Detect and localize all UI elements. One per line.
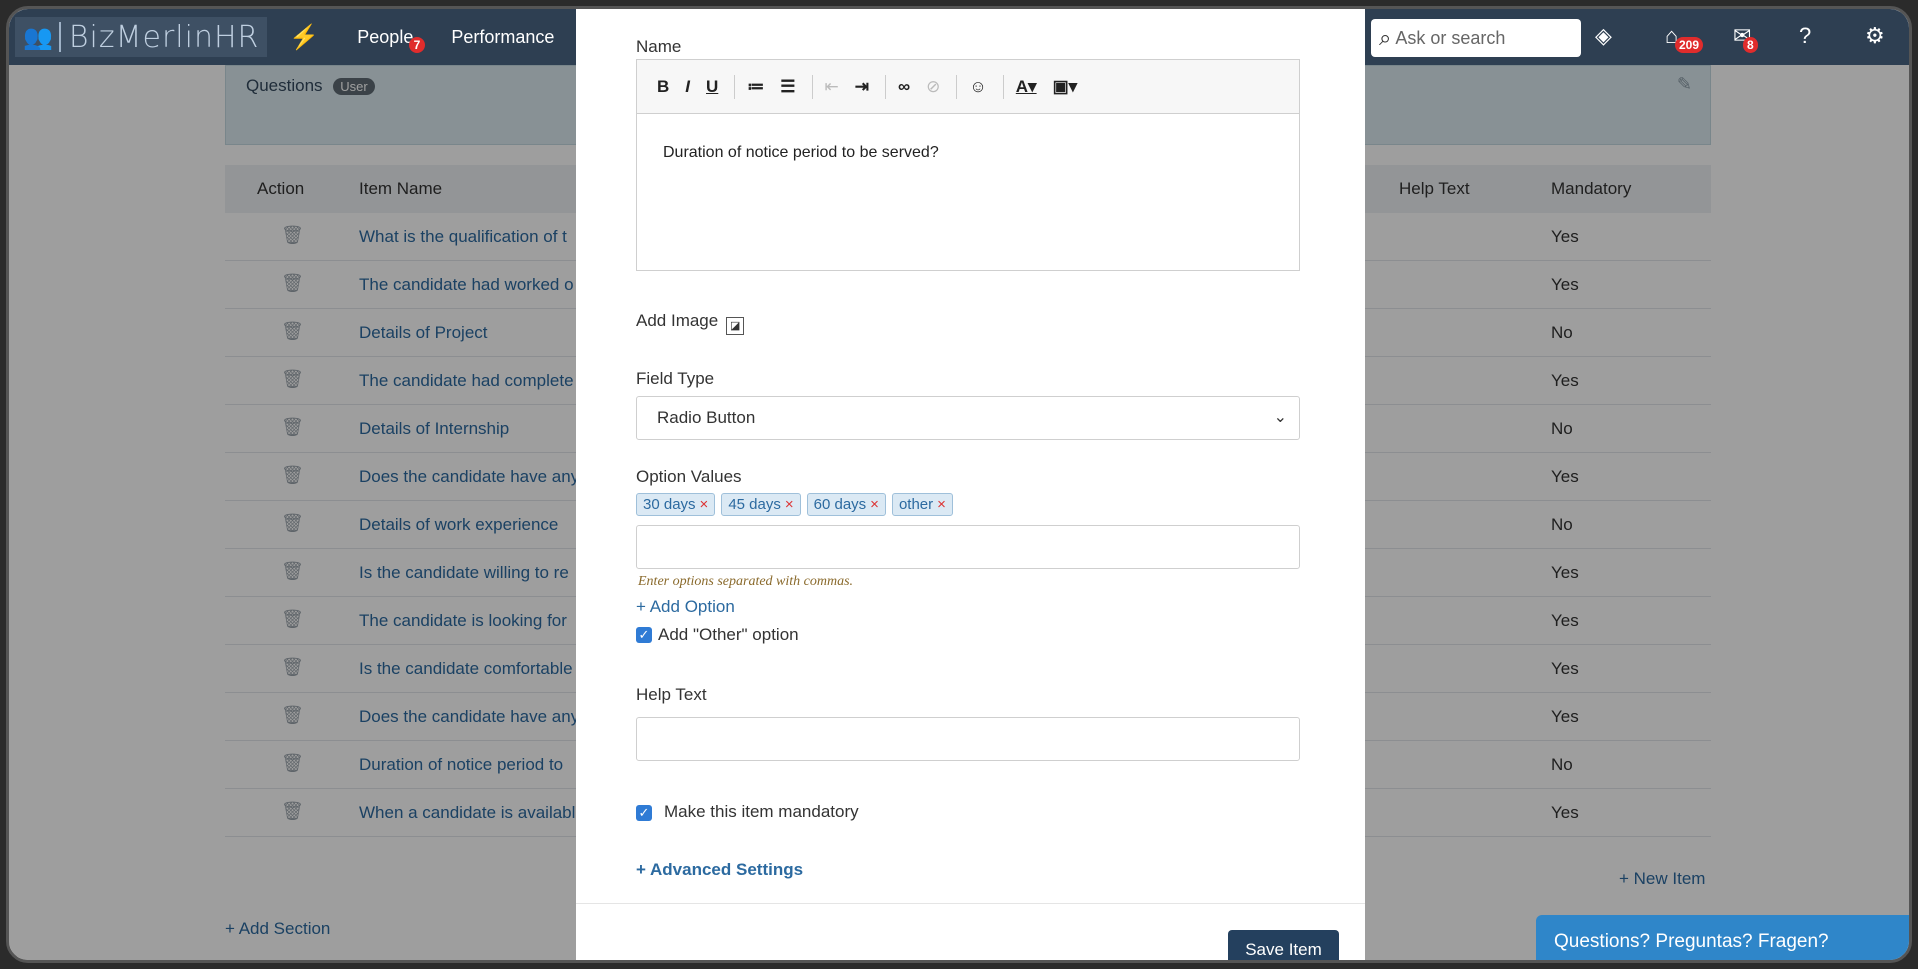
remove-tag-icon[interactable]: × (785, 496, 794, 513)
option-tag[interactable]: 45 days × (721, 493, 801, 516)
add-other-label: Add "Other" option (658, 625, 799, 644)
add-option-text: Add Option (649, 597, 735, 616)
nav-item-label: Performance (451, 26, 555, 47)
indent-icon[interactable]: ⇥ (855, 77, 869, 97)
toolbar-divider (956, 74, 958, 99)
add-other-checkbox[interactable]: ✓ (636, 627, 652, 643)
chevron-down-icon: ⌄ (1273, 409, 1287, 426)
unlink-icon[interactable]: ⊘ (926, 77, 940, 97)
edit-item-modal: Name B I U ≔ ☰ ⇤ ⇥ ∞ ⊘ ☺ A▾ ▣▾ Duration … (576, 9, 1365, 960)
field-type-label: Field Type (636, 369, 715, 388)
field-type-value: Radio Button (657, 408, 756, 427)
help-text-input[interactable] (636, 717, 1300, 761)
gear-icon[interactable]: ⚙ (1865, 23, 1885, 49)
add-image-label[interactable]: Add Image ◪ (636, 311, 745, 335)
mail-count: 8 (1743, 37, 1758, 53)
add-option-link[interactable]: + Add Option (636, 597, 735, 617)
bold-icon[interactable]: B (657, 77, 669, 97)
save-item-button[interactable]: Save Item (1228, 930, 1339, 960)
option-tag[interactable]: other × (891, 493, 953, 516)
app-window: 👥 BizMerlinHR ⚡ People 7 Performance Sk … (6, 6, 1912, 963)
brand-divider (58, 22, 61, 52)
notifications-icon[interactable]: ⌂ 209 (1665, 23, 1704, 53)
underline-icon[interactable]: U (706, 77, 718, 97)
toolbar-divider (811, 74, 813, 99)
search-icon: ⌕ (1379, 25, 1392, 50)
field-type-select[interactable]: Radio Button ⌄ (636, 396, 1300, 440)
option-tag-label: 60 days (813, 496, 867, 513)
image-icon[interactable]: ◪ (726, 317, 745, 335)
help-icon[interactable]: ? (1799, 23, 1811, 49)
outdent-icon[interactable]: ⇤ (825, 77, 839, 97)
option-tag-label: 45 days (728, 496, 781, 513)
modal-footer-divider (576, 903, 1365, 904)
remove-tag-icon[interactable]: × (937, 496, 946, 513)
remove-tag-icon[interactable]: × (700, 496, 709, 513)
text-color-icon[interactable]: A▾ (1016, 77, 1037, 97)
toolbar-divider (885, 74, 887, 99)
advanced-settings-link[interactable]: + Advanced Settings (636, 860, 803, 880)
chat-widget[interactable]: Questions? Preguntas? Fragen? (1536, 915, 1909, 960)
mandatory-checkbox[interactable]: ✓ (636, 805, 652, 821)
save-button[interactable] (329, 961, 469, 963)
rich-text-editor[interactable]: B I U ≔ ☰ ⇤ ⇥ ∞ ⊘ ☺ A▾ ▣▾ Duration of no… (636, 59, 1300, 271)
cancel-button[interactable] (225, 961, 315, 963)
brand-name: BizMerlinHR (68, 19, 260, 55)
search-box[interactable]: ⌕ Ask or search (1371, 19, 1581, 57)
nav-item-people[interactable]: People 7 (357, 26, 426, 53)
option-tag[interactable]: 30 days × (636, 493, 716, 516)
add-image-text: Add Image (636, 311, 719, 330)
search-placeholder: Ask or search (1395, 27, 1506, 48)
option-tag-label: 30 days (643, 496, 696, 513)
name-label: Name (636, 37, 682, 56)
link-icon[interactable]: ∞ (898, 77, 910, 97)
background-color-icon[interactable]: ▣▾ (1053, 77, 1078, 97)
option-tag-label: other (898, 496, 934, 513)
remove-tag-icon[interactable]: × (870, 496, 879, 513)
ordered-list-icon[interactable]: ≔ (747, 77, 764, 97)
mandatory-label: Make this item mandatory (664, 802, 859, 821)
option-tag[interactable]: 60 days × (806, 493, 886, 516)
bolt-icon[interactable]: ⚡ (289, 23, 319, 52)
help-text-label: Help Text (636, 685, 707, 704)
option-tags: 30 days × 45 days × 60 days × other × (636, 493, 959, 516)
editor-toolbar: B I U ≔ ☰ ⇤ ⇥ ∞ ⊘ ☺ A▾ ▣▾ (637, 60, 1299, 114)
option-values-label: Option Values (636, 467, 742, 486)
options-hint: Enter options separated with commas. (638, 574, 854, 589)
editor-content: Duration of notice period to be served? (663, 144, 939, 161)
emoji-icon[interactable]: ☺ (969, 77, 986, 97)
people-badge: 7 (408, 36, 426, 53)
nav-item-label: People (357, 26, 414, 47)
mail-icon[interactable]: ✉ 8 (1733, 23, 1758, 53)
learning-cap-icon[interactable]: ◈ (1595, 23, 1612, 49)
notifications-count: 209 (1675, 37, 1704, 53)
bullet-list-icon[interactable]: ☰ (780, 77, 795, 97)
nav-item-performance[interactable]: Performance (451, 27, 554, 48)
people-group-icon: 👥 (23, 23, 53, 51)
toolbar-divider (1002, 74, 1004, 99)
brand-logo[interactable]: 👥 BizMerlinHR (15, 17, 268, 57)
italic-icon[interactable]: I (685, 77, 690, 97)
toolbar-divider (734, 74, 736, 99)
option-values-input[interactable] (636, 525, 1300, 569)
